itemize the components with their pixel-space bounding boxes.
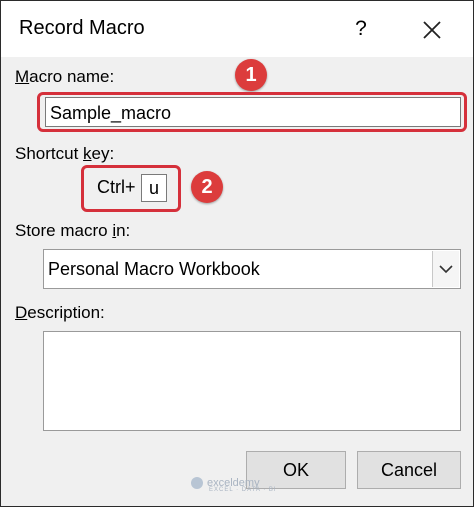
close-icon[interactable] [415, 13, 449, 47]
description-label-text: escription: [27, 303, 105, 322]
dialog-title: Record Macro [19, 17, 145, 39]
description-label: Description: [15, 303, 105, 323]
cancel-button[interactable]: Cancel [357, 451, 461, 489]
store-label-rest: n: [116, 221, 131, 240]
watermark-tagline: EXCEL · DATA · BI [209, 487, 277, 494]
annotation-badge-2: 2 [191, 171, 223, 203]
macro-name-input[interactable]: Sample_macro [45, 97, 461, 127]
help-button[interactable]: ? [347, 15, 375, 43]
macro-name-label-accesskey: M [15, 67, 30, 86]
store-macro-label: Store macro in: [15, 221, 130, 241]
macro-name-label: Macro name: [15, 67, 114, 87]
store-macro-selected: Personal Macro Workbook [48, 259, 260, 279]
store-label-prefix: Store macro [15, 221, 113, 240]
ctrl-label: Ctrl+ [97, 177, 136, 197]
shortcut-label-accesskey: k [83, 144, 92, 163]
chevron-down-icon[interactable] [432, 251, 459, 287]
shortcut-key-input[interactable]: u [141, 174, 167, 202]
shortcut-key-label: Shortcut key: [15, 144, 114, 164]
annotation-badge-1: 1 [235, 59, 267, 91]
description-label-accesskey: D [15, 303, 28, 322]
shortcut-label-prefix: Shortcut [15, 144, 84, 163]
description-textarea[interactable] [43, 331, 461, 431]
macro-name-label-text: acro name: [29, 67, 115, 86]
store-macro-select[interactable]: Personal Macro Workbook [43, 249, 461, 289]
shortcut-label-rest: ey: [91, 144, 115, 163]
record-macro-dialog: Record Macro ? Macro name: 1 Sample_macr… [0, 0, 474, 507]
exceldemy-logo-icon [191, 477, 203, 490]
title-bar: Record Macro ? [1, 1, 473, 57]
watermark: exceldemy EXCEL · DATA · BI [191, 477, 277, 493]
